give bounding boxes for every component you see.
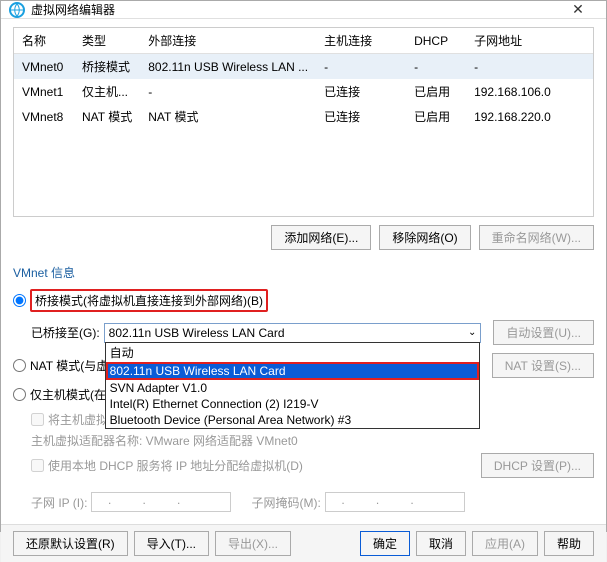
use-dhcp-row: 使用本地 DHCP 服务将 IP 地址分配给虚拟机(D) DHCP 设置(P).… bbox=[31, 453, 594, 478]
bridge-to-row: 已桥接至(G): 802.11n USB Wireless LAN Card ⌄… bbox=[31, 320, 594, 345]
help-button[interactable]: 帮助 bbox=[544, 531, 594, 556]
bridge-radio-label: 桥接模式(将虚拟机直接连接到外部网络)(B) bbox=[30, 289, 268, 312]
chevron-down-icon: ⌄ bbox=[468, 327, 476, 338]
col-ext: 外部连接 bbox=[140, 28, 316, 54]
subnet-row: 子网 IP (I): ... 子网掩码(M): ... bbox=[31, 492, 594, 512]
network-buttons: 添加网络(E)... 移除网络(O) 重命名网络(W)... bbox=[13, 225, 594, 250]
table-row[interactable]: VMnet0 桥接模式 802.11n USB Wireless LAN ...… bbox=[14, 54, 593, 80]
use-dhcp-label: 使用本地 DHCP 服务将 IP 地址分配给虚拟机(D) bbox=[48, 457, 303, 474]
vmnet-info-label: VMnet 信息 bbox=[13, 264, 594, 281]
auto-settings-button[interactable]: 自动设置(U)... bbox=[493, 320, 594, 345]
use-dhcp-checkbox[interactable] bbox=[31, 459, 44, 472]
hostonly-radio-label: 仅主机模式(在 bbox=[30, 386, 106, 403]
subnet-ip-field[interactable]: ... bbox=[91, 492, 231, 512]
col-name: 名称 bbox=[14, 28, 74, 54]
combo-value: 802.11n USB Wireless LAN Card bbox=[109, 326, 285, 340]
dhcp-settings-button[interactable]: DHCP 设置(P)... bbox=[481, 453, 594, 478]
add-network-button[interactable]: 添加网络(E)... bbox=[271, 225, 371, 250]
bridge-to-label: 已桥接至(G): bbox=[31, 324, 100, 341]
cell-type: 仅主机... bbox=[74, 79, 140, 104]
app-icon bbox=[9, 2, 25, 18]
import-button[interactable]: 导入(T)... bbox=[134, 531, 209, 556]
export-button[interactable]: 导出(X)... bbox=[215, 531, 291, 556]
bridge-mode-row: 桥接模式(将虚拟机直接连接到外部网络)(B) bbox=[13, 289, 594, 312]
subnet-mask-field[interactable]: ... bbox=[325, 492, 465, 512]
cell-host: - bbox=[316, 54, 406, 80]
bridge-radio[interactable] bbox=[13, 294, 26, 307]
table-row[interactable]: VMnet8 NAT 模式 NAT 模式 已连接 已启用 192.168.220… bbox=[14, 104, 593, 129]
cell-ext: NAT 模式 bbox=[140, 104, 316, 129]
cell-dhcp: - bbox=[406, 54, 466, 80]
table-row[interactable]: VMnet1 仅主机... - 已连接 已启用 192.168.106.0 bbox=[14, 79, 593, 104]
hostonly-radio[interactable] bbox=[13, 388, 26, 401]
bridge-adapter-combo[interactable]: 802.11n USB Wireless LAN Card ⌄ 自动 802.1… bbox=[104, 323, 482, 343]
dropdown-option[interactable]: Bluetooth Device (Personal Area Network)… bbox=[106, 412, 480, 428]
dropdown-option-selected[interactable]: 802.11n USB Wireless LAN Card bbox=[106, 362, 480, 380]
nat-radio-label: NAT 模式(与虚 bbox=[30, 357, 108, 374]
cell-name: VMnet1 bbox=[14, 79, 74, 104]
title-bar: 虚拟网络编辑器 ✕ bbox=[1, 1, 606, 19]
cell-dhcp: 已启用 bbox=[406, 79, 466, 104]
col-type: 类型 bbox=[74, 28, 140, 54]
cell-type: NAT 模式 bbox=[74, 104, 140, 129]
subnet-mask-label: 子网掩码(M): bbox=[251, 494, 320, 511]
dropdown-option[interactable]: SVN Adapter V1.0 bbox=[106, 380, 480, 396]
cell-host: 已连接 bbox=[316, 79, 406, 104]
cell-name: VMnet8 bbox=[14, 104, 74, 129]
table-header: 名称 类型 外部连接 主机连接 DHCP 子网地址 bbox=[14, 28, 593, 54]
cell-subnet: - bbox=[466, 54, 593, 80]
dropdown-option[interactable]: Intel(R) Ethernet Connection (2) I219-V bbox=[106, 396, 480, 412]
close-button[interactable]: ✕ bbox=[558, 1, 598, 18]
col-dhcp: DHCP bbox=[406, 28, 466, 54]
cell-dhcp: 已启用 bbox=[406, 104, 466, 129]
cell-ext: 802.11n USB Wireless LAN ... bbox=[140, 54, 316, 80]
nat-radio[interactable] bbox=[13, 359, 26, 372]
rename-network-button[interactable]: 重命名网络(W)... bbox=[479, 225, 594, 250]
dialog-footer: 还原默认设置(R) 导入(T)... 导出(X)... 确定 取消 应用(A) … bbox=[1, 524, 606, 562]
dialog-content: 名称 类型 外部连接 主机连接 DHCP 子网地址 VMnet0 桥接模式 80… bbox=[1, 19, 606, 524]
nat-settings-button[interactable]: NAT 设置(S)... bbox=[492, 353, 594, 378]
cell-ext: - bbox=[140, 79, 316, 104]
cell-name: VMnet0 bbox=[14, 54, 74, 80]
vmnet-table[interactable]: 名称 类型 外部连接 主机连接 DHCP 子网地址 VMnet0 桥接模式 80… bbox=[13, 27, 594, 217]
cell-host: 已连接 bbox=[316, 104, 406, 129]
adapter-dropdown: 自动 802.11n USB Wireless LAN Card SVN Ada… bbox=[105, 342, 481, 429]
connect-host-checkbox[interactable] bbox=[31, 413, 44, 426]
apply-button[interactable]: 应用(A) bbox=[472, 531, 538, 556]
cancel-button[interactable]: 取消 bbox=[416, 531, 466, 556]
cell-subnet: 192.168.106.0 bbox=[466, 79, 593, 104]
ok-button[interactable]: 确定 bbox=[360, 531, 410, 556]
col-subnet: 子网地址 bbox=[466, 28, 593, 54]
cell-type: 桥接模式 bbox=[74, 54, 140, 80]
col-host: 主机连接 bbox=[316, 28, 406, 54]
window-title: 虚拟网络编辑器 bbox=[31, 1, 558, 18]
dropdown-option[interactable]: 自动 bbox=[106, 343, 480, 362]
subnet-ip-label: 子网 IP (I): bbox=[31, 494, 87, 511]
restore-defaults-button[interactable]: 还原默认设置(R) bbox=[13, 531, 128, 556]
host-adapter-name: 主机虚拟适配器名称: VMware 网络适配器 VMnet0 bbox=[31, 432, 594, 449]
cell-subnet: 192.168.220.0 bbox=[466, 104, 593, 129]
remove-network-button[interactable]: 移除网络(O) bbox=[379, 225, 470, 250]
dialog-window: 虚拟网络编辑器 ✕ 名称 类型 外部连接 主机连接 DHCP 子网地址 bbox=[0, 0, 607, 532]
